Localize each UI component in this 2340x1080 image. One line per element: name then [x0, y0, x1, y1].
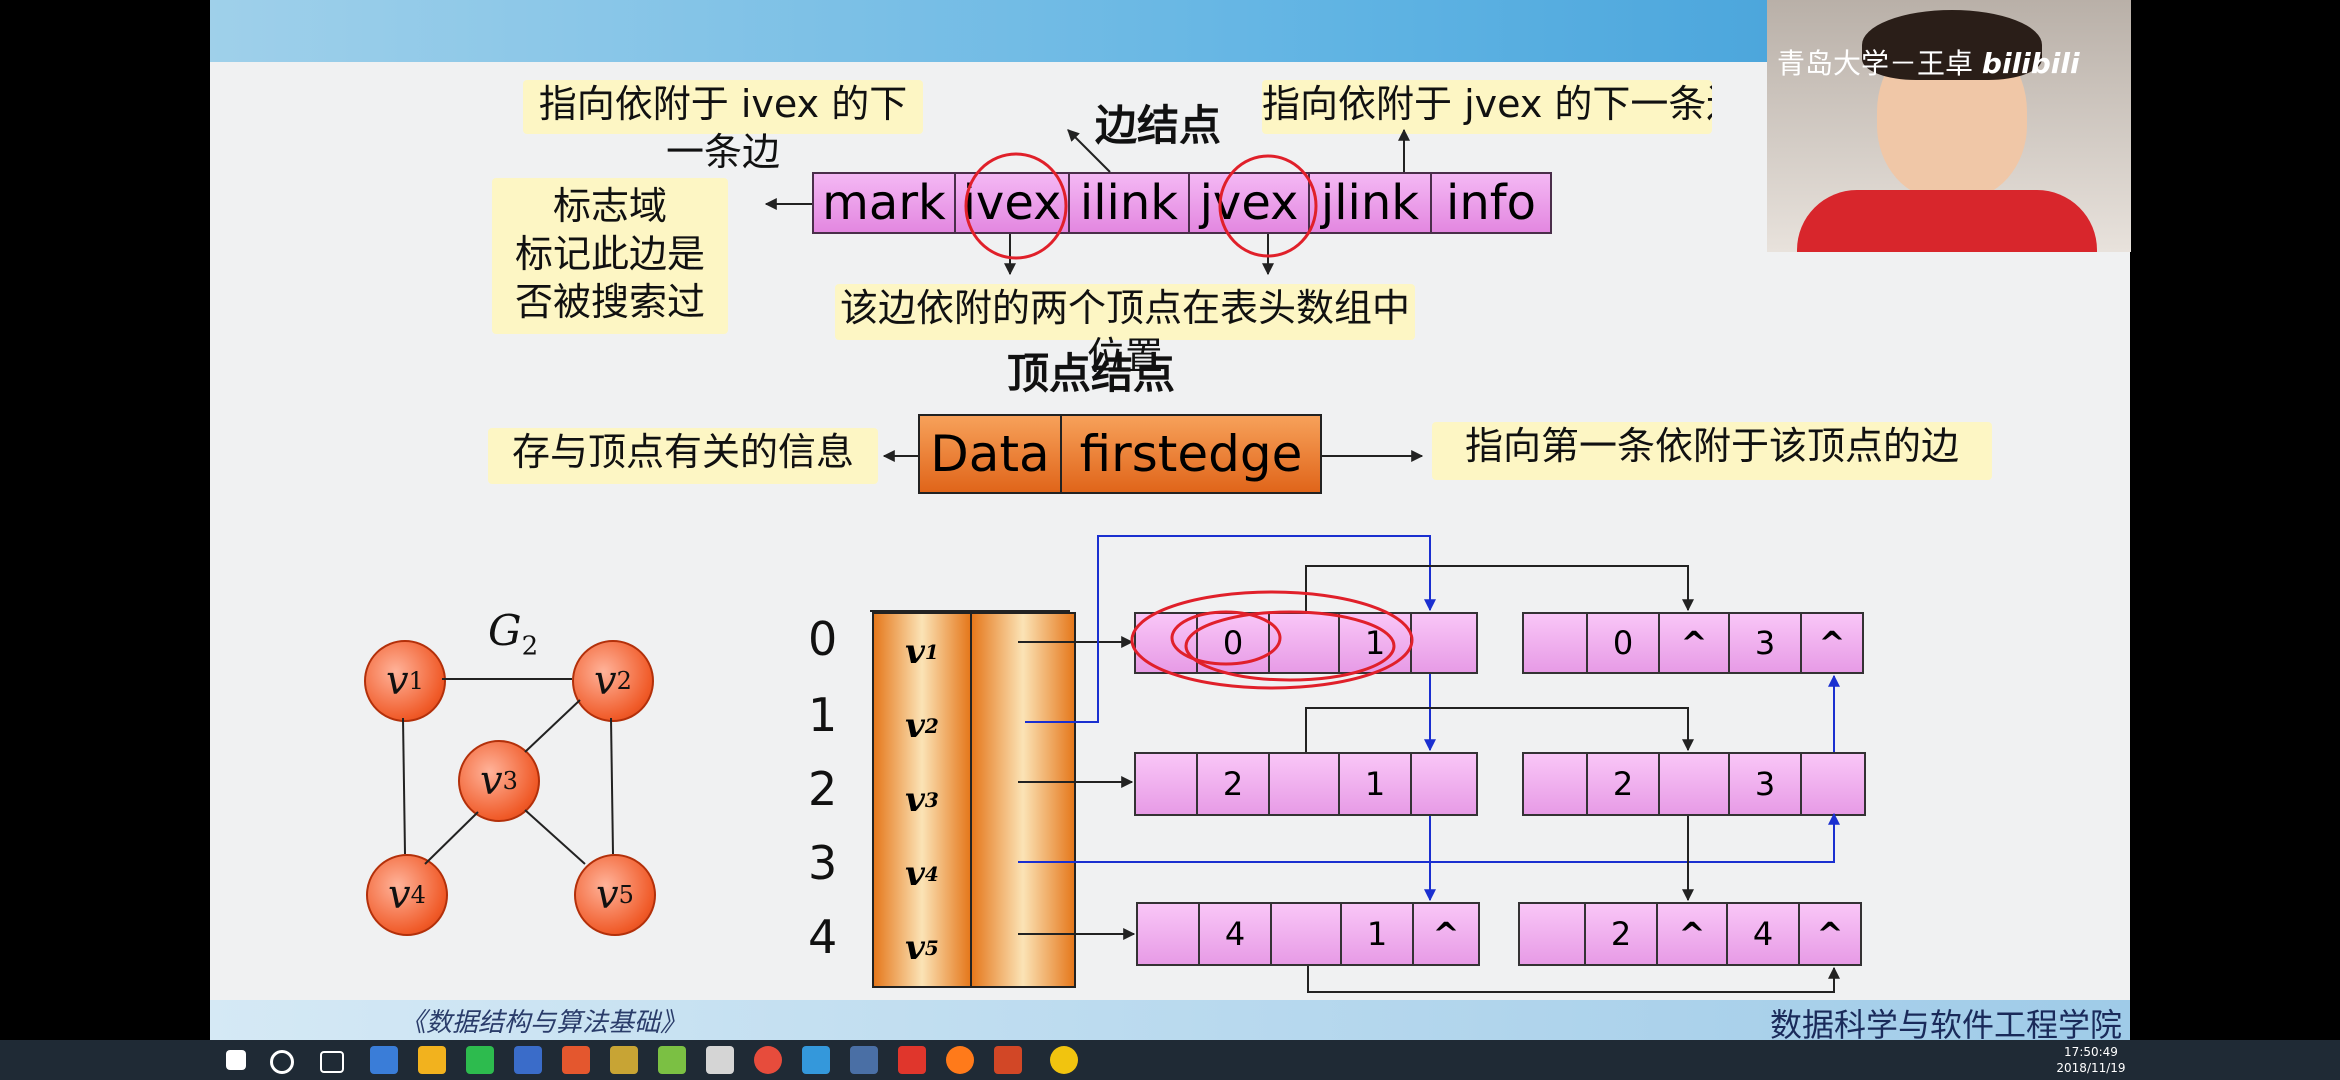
app-icon-10[interactable]: [1050, 1046, 1078, 1074]
app-icon-7[interactable]: [706, 1046, 734, 1074]
video-watermark: 青岛大学－王卓 bilibili: [1777, 47, 2080, 80]
task-view-icon[interactable]: [320, 1051, 344, 1073]
file-explorer-icon[interactable]: [802, 1046, 830, 1074]
webcam-overlay: 青岛大学－王卓 bilibili: [1767, 0, 2131, 252]
app-icon-4[interactable]: [562, 1046, 590, 1074]
firefox-icon[interactable]: [946, 1046, 974, 1074]
slide-footer-band: 《数据结构与算法基础》 数据科学与软件工程学院: [210, 1000, 2130, 1040]
app-icon-5[interactable]: [610, 1046, 638, 1074]
search-icon[interactable]: [270, 1050, 294, 1074]
chrome-icon[interactable]: [754, 1046, 782, 1074]
clock[interactable]: 17:50:49 2018/11/19: [2056, 1044, 2126, 1076]
app-icon-2[interactable]: [418, 1046, 446, 1074]
app-icon-8[interactable]: [850, 1046, 878, 1074]
powerpoint-icon[interactable]: [994, 1046, 1022, 1074]
clock-time: 17:50:49: [2064, 1045, 2118, 1059]
app-icon-9[interactable]: [898, 1046, 926, 1074]
windows-start-icon[interactable]: [226, 1050, 246, 1070]
taskbar: 17:50:49 2018/11/19: [0, 1040, 2340, 1080]
footer-left-text: 《数据结构与算法基础》: [400, 1008, 687, 1038]
presenter-shirt: [1797, 190, 2097, 252]
clock-date: 2018/11/19: [2056, 1061, 2126, 1075]
app-icon-3[interactable]: [514, 1046, 542, 1074]
bilibili-logo: bilibili: [1981, 47, 2080, 80]
footer-right-text: 数据科学与软件工程学院: [1770, 1006, 2123, 1040]
wechat-icon[interactable]: [466, 1046, 494, 1074]
app-icon-1[interactable]: [370, 1046, 398, 1074]
app-icon-6[interactable]: [658, 1046, 686, 1074]
